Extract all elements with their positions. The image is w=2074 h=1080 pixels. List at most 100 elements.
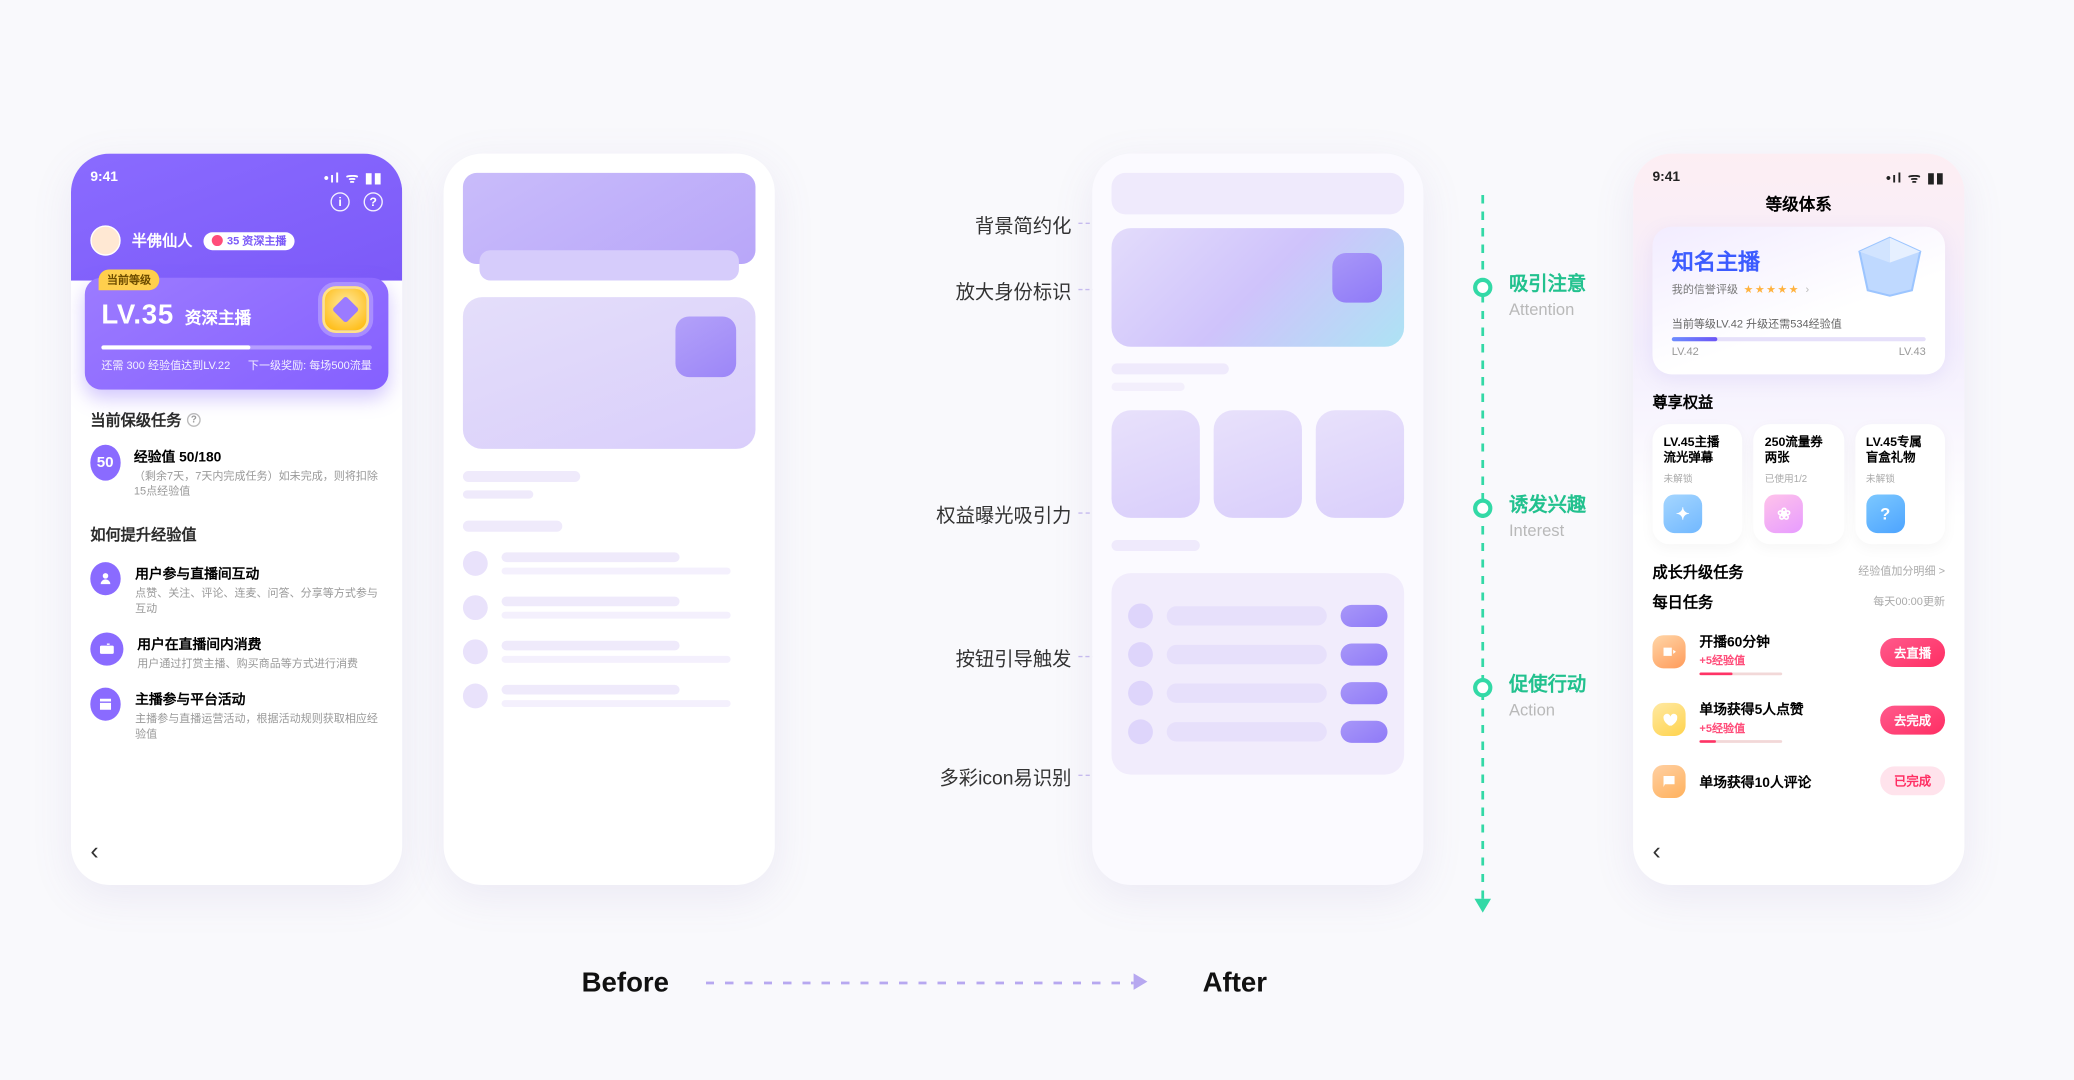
callout: 按钮引导触发: [865, 645, 1072, 673]
arrow-icon: [1134, 973, 1148, 990]
progress-right: 下一级奖励: 每场500流量: [248, 358, 372, 373]
task-row: 单场获得10人评论已完成: [1652, 753, 1945, 808]
task-icon: [1652, 635, 1685, 668]
perk-title: LV.45主播流光弹幕: [1664, 435, 1732, 466]
status-icons: •ıl ᯤ ▮▮: [1886, 167, 1945, 186]
wf-header: [463, 173, 756, 264]
phone-after-content: 9:41 •ıl ᯤ ▮▮ 等级体系 知名主播 我的信誉评级 ★★★★★ › 当…: [1633, 154, 1964, 885]
task-title: 单场获得5人点赞: [1699, 697, 1866, 718]
task-line1: 经验值 50/180: [134, 445, 383, 466]
way-title: 用户参与直播间互动: [135, 562, 383, 583]
daily-more: 每天00:00更新: [1873, 594, 1945, 609]
star-icon: ★★★★★: [1744, 283, 1800, 295]
info-icon[interactable]: i: [330, 192, 349, 211]
task-title: 当前保级任务: [90, 409, 181, 431]
user-level-badge: 35 资深主播: [203, 232, 294, 250]
identity-card: 知名主播 我的信誉评级 ★★★★★ › 当前等级LV.42 升级还需534经验值…: [1652, 227, 1945, 375]
callout: 放大身份标识: [865, 278, 1072, 306]
daily-section: 每日任务 每天00:00更新 开播60分钟+5经验值去直播单场获得5人点赞+5经…: [1633, 582, 1964, 808]
how-title: 如何提升经验值: [90, 523, 196, 545]
task-title: 单场获得10人评论: [1699, 770, 1866, 791]
task-line2: （剩余7天，7天内完成任务）如未完成，则将扣除15点经验值: [134, 468, 383, 498]
user-row: 半佛仙人 35 资深主播: [71, 220, 402, 270]
status-time: 9:41: [1652, 169, 1680, 184]
task-button[interactable]: 已完成: [1880, 766, 1945, 795]
help-icon[interactable]: ?: [364, 192, 383, 211]
level-progress: [101, 345, 371, 349]
growth-more-link[interactable]: 经验值加分明细 >: [1858, 563, 1945, 578]
perk-card[interactable]: LV.45主播流光弹幕未解锁 ✦: [1652, 424, 1742, 543]
progress-left: 还需 300 经验值达到LV.22: [101, 358, 230, 373]
back-icon[interactable]: ‹: [90, 837, 98, 866]
callout: 多彩icon易识别: [837, 764, 1072, 792]
flow-arrow: [706, 982, 1134, 985]
stage-label: 诱发兴趣Interest: [1509, 490, 1586, 540]
wf-level-card: [463, 297, 756, 449]
phone-before-content: 9:41 •ıl ᯤ ▮▮ i ? 半佛仙人 35 资深主播 当前等级 LV.3…: [71, 154, 402, 885]
level-card: 当前等级 LV.35 资深主播 还需 300 经验值达到LV.22 下一级奖励:…: [85, 278, 389, 390]
task-row: 单场获得5人点赞 +5经验值去完成: [1652, 686, 1945, 754]
way-item: 主播参与平台活动主播参与直播运营活动，根据活动规则获取相应经验值: [90, 688, 383, 742]
perk-status: 未解锁: [1664, 472, 1732, 486]
wf-tabbar: [479, 250, 738, 280]
help-icon[interactable]: ?: [187, 413, 201, 427]
stage-dot: [1473, 499, 1492, 518]
progress-bar: [1672, 337, 1926, 341]
lv-from: LV.42: [1672, 345, 1699, 357]
growth-title: 成长升级任务: [1652, 560, 1743, 582]
way-sub: 点赞、关注、评论、连麦、问答、分享等方式参与互动: [135, 586, 383, 616]
label-after: After: [1203, 968, 1267, 1000]
back-icon[interactable]: ‹: [1652, 837, 1660, 866]
task-row: 开播60分钟 +5经验值去直播: [1652, 618, 1945, 686]
perks-section: 尊享权益 LV.45主播流光弹幕未解锁 ✦ 250流量券两张已使用1/2 ❀ LV.45…: [1633, 374, 1964, 543]
perk-icon: ?: [1866, 494, 1905, 533]
way-sub: 用户通过打赏主播、购买商品等方式进行消费: [137, 656, 358, 671]
way-title: 主播参与平台活动: [135, 688, 383, 709]
aida-arrow-icon: [1474, 899, 1491, 913]
task-button[interactable]: 去直播: [1880, 637, 1945, 666]
aida-line: [1481, 195, 1484, 899]
perks-title: 尊享权益: [1652, 391, 1713, 413]
aw-hero: [1112, 228, 1405, 347]
status-time: 9:41: [90, 169, 118, 184]
task-reward: +5经验值: [1699, 720, 1866, 735]
crystal-shield-icon: [1851, 235, 1928, 298]
stage-dot: [1473, 678, 1492, 697]
perk-title: LV.45专属盲盒礼物: [1866, 435, 1934, 466]
way-title: 用户在直播间内消费: [137, 632, 358, 653]
growth-section: 成长升级任务 经验值加分明细 >: [1633, 543, 1964, 582]
username: 半佛仙人: [132, 229, 193, 251]
avatar[interactable]: [90, 225, 120, 255]
wf-list: [463, 521, 756, 709]
stage-label: 促使行动Action: [1509, 670, 1586, 720]
task-section: 当前保级任务 ? 50 经验值 50/180 （剩余7天，7天内完成任务）如未完…: [71, 390, 402, 505]
lv-to: LV.43: [1899, 345, 1926, 357]
stage-dot: [1473, 278, 1492, 297]
perk-icon: ❀: [1765, 494, 1804, 533]
level-name: 资深主播: [185, 305, 251, 328]
aw-tasklist: [1112, 573, 1405, 774]
task-button[interactable]: 去完成: [1880, 705, 1945, 734]
perk-card[interactable]: 250流量券两张已使用1/2 ❀: [1754, 424, 1844, 543]
task-reward: +5经验值: [1699, 652, 1866, 667]
perk-status: 未解锁: [1866, 472, 1934, 486]
page-title: 等级体系: [1633, 189, 1964, 226]
task-icon: [1652, 703, 1685, 736]
phone-after-wireframe: [1092, 154, 1423, 885]
phone-before-wireframe: [444, 154, 775, 885]
way-item: 用户参与直播间互动点赞、关注、评论、连麦、问答、分享等方式参与互动: [90, 562, 383, 616]
way-item: 用户在直播间内消费用户通过打赏主播、购买商品等方式进行消费: [90, 632, 383, 671]
perk-card[interactable]: LV.45专属盲盒礼物未解锁?: [1855, 424, 1945, 543]
task-title: 开播60分钟: [1699, 629, 1866, 650]
perk-status: 已使用1/2: [1765, 472, 1833, 486]
aw-badge: [1332, 253, 1382, 303]
way-sub: 主播参与直播运营活动，根据活动规则获取相应经验值: [135, 711, 383, 741]
task-icon: [1652, 764, 1685, 797]
level-number: LV.35: [101, 300, 174, 332]
how-section: 如何提升经验值 用户参与直播间互动点赞、关注、评论、连麦、问答、分享等方式参与互…: [71, 504, 402, 747]
header-icons: i ?: [71, 189, 402, 219]
label-before: Before: [582, 968, 669, 1000]
perk-icon: ✦: [1664, 494, 1703, 533]
p1-header: 9:41 •ıl ᯤ ▮▮ i ? 半佛仙人 35 资深主播: [71, 154, 402, 281]
perk-title: 250流量券两张: [1765, 435, 1833, 466]
